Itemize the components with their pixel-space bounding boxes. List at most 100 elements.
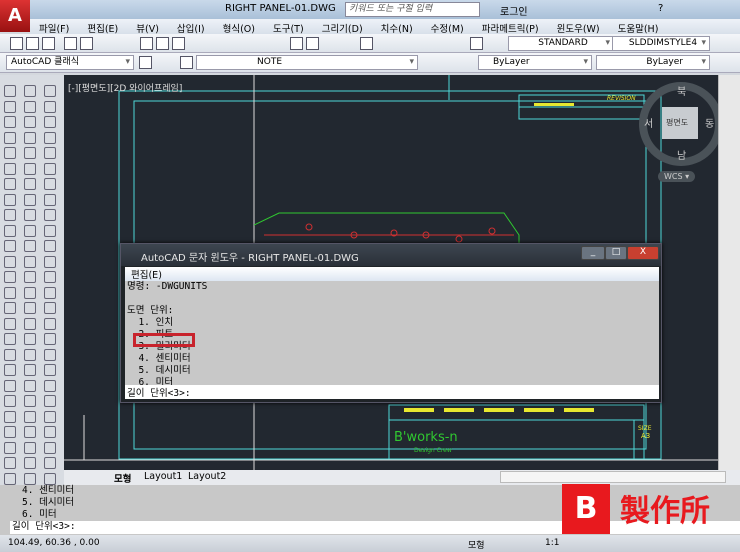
- tool-icon[interactable]: [24, 317, 36, 330]
- tool-icon[interactable]: [24, 224, 36, 237]
- tool-icon[interactable]: [44, 472, 56, 485]
- close-button[interactable]: X: [627, 246, 659, 260]
- tool-icon[interactable]: [24, 348, 36, 361]
- login-button[interactable]: 로그인: [500, 3, 528, 18]
- tool-icon[interactable]: [44, 286, 56, 299]
- menu-dimension[interactable]: 치수(N): [372, 19, 422, 35]
- text-window-menu-edit[interactable]: 편집(E): [125, 267, 659, 281]
- menu-tools[interactable]: 도구(T): [264, 19, 313, 35]
- tool-icon[interactable]: [4, 240, 16, 252]
- help-button[interactable]: ?: [658, 3, 663, 14]
- tool-icon[interactable]: [44, 240, 56, 252]
- tool-icon[interactable]: [44, 100, 56, 113]
- tool-icon[interactable]: [44, 271, 56, 283]
- tool-icon[interactable]: [44, 224, 56, 237]
- menu-file[interactable]: 파일(F): [30, 19, 78, 35]
- tool-icon[interactable]: [44, 302, 56, 314]
- workspace-select[interactable]: AutoCAD 클래식: [6, 55, 134, 70]
- annotation-scale[interactable]: 1:1: [545, 538, 559, 548]
- zoom-icon[interactable]: [306, 37, 319, 50]
- tool-icon[interactable]: [4, 116, 16, 128]
- search-input[interactable]: 키워드 또는 구절 입력: [345, 2, 480, 17]
- menu-edit[interactable]: 편집(E): [78, 19, 127, 35]
- compass-west[interactable]: 서: [644, 115, 653, 130]
- tool-icon[interactable]: [44, 209, 56, 221]
- tab-model[interactable]: 모형: [114, 471, 131, 485]
- ucs-menu[interactable]: WCS ▾: [658, 171, 696, 182]
- tab-layout2[interactable]: Layout2: [188, 471, 226, 482]
- tool-icon[interactable]: [24, 333, 36, 345]
- tool-icon[interactable]: [24, 457, 36, 469]
- menu-modify[interactable]: 수정(M): [422, 19, 473, 35]
- layer-manager-icon[interactable]: [180, 56, 193, 69]
- save-icon[interactable]: [42, 37, 55, 50]
- viewcube-center[interactable]: 평면도: [666, 117, 688, 128]
- maximize-button[interactable]: □: [605, 246, 627, 260]
- tool-icon[interactable]: [4, 410, 16, 423]
- tool-icon[interactable]: [24, 131, 36, 144]
- help-icon[interactable]: [470, 37, 483, 50]
- tool-icon[interactable]: [4, 426, 16, 438]
- menu-draw[interactable]: 그리기(D): [313, 19, 372, 35]
- tool-icon[interactable]: [4, 441, 16, 454]
- tool-icon[interactable]: [44, 116, 56, 128]
- tool-icon[interactable]: [4, 271, 16, 283]
- tool-icon[interactable]: [4, 472, 16, 485]
- tool-icon[interactable]: [24, 286, 36, 299]
- tool-icon[interactable]: [24, 147, 36, 159]
- menu-help[interactable]: 도움말(H): [609, 19, 668, 35]
- tool-icon[interactable]: [24, 240, 36, 252]
- cut-icon[interactable]: [140, 37, 153, 50]
- autocad-logo-button[interactable]: A: [0, 0, 30, 32]
- menu-format[interactable]: 형식(O): [214, 19, 264, 35]
- tool-icon[interactable]: [44, 317, 56, 330]
- tool-icon[interactable]: [44, 162, 56, 175]
- compass-north[interactable]: 북: [677, 83, 686, 98]
- open-icon[interactable]: [26, 37, 39, 50]
- tool-icon[interactable]: [44, 255, 56, 268]
- tool-icon[interactable]: [44, 348, 56, 361]
- text-style-select[interactable]: STANDARD: [508, 36, 614, 51]
- tool-icon[interactable]: [4, 178, 16, 190]
- dim-style-select[interactable]: SLDDIMSTYLE4: [612, 36, 710, 51]
- tool-icon[interactable]: [24, 162, 36, 175]
- vertical-scrollbar[interactable]: [718, 75, 740, 470]
- tool-icon[interactable]: [24, 100, 36, 113]
- tool-icon[interactable]: [44, 441, 56, 454]
- menu-window[interactable]: 윈도우(W): [548, 19, 609, 35]
- tool-icon[interactable]: [4, 131, 16, 144]
- viewport-label[interactable]: [-][평면도][2D 와이어프레임]: [68, 81, 182, 94]
- print-icon[interactable]: [64, 37, 77, 50]
- text-window-title[interactable]: AutoCAD 문자 윈도우 - RIGHT PANEL-01.DWG: [121, 244, 661, 266]
- tool-icon[interactable]: [4, 395, 16, 407]
- tool-icon[interactable]: [24, 178, 36, 190]
- tool-icon[interactable]: [24, 472, 36, 485]
- menu-parametric[interactable]: 파라메트릭(P): [473, 19, 548, 35]
- tool-icon[interactable]: [44, 395, 56, 407]
- tool-icon[interactable]: [24, 426, 36, 438]
- tool-icon[interactable]: [4, 379, 16, 392]
- tool-icon[interactable]: [4, 100, 16, 113]
- tool-icon[interactable]: [24, 85, 36, 97]
- new-icon[interactable]: [10, 37, 23, 50]
- tool-icon[interactable]: [24, 302, 36, 314]
- tool-icon[interactable]: [24, 116, 36, 128]
- tool-icon[interactable]: [24, 271, 36, 283]
- copy-icon[interactable]: [156, 37, 169, 50]
- tool-icon[interactable]: [24, 209, 36, 221]
- text-window-input[interactable]: 길이 단위<3>:: [125, 385, 659, 399]
- tool-icon[interactable]: [44, 379, 56, 392]
- linetype-select[interactable]: ByLayer: [596, 55, 710, 70]
- tool-icon[interactable]: [4, 193, 16, 206]
- pan-icon[interactable]: [290, 37, 303, 50]
- compass-south[interactable]: 남: [677, 147, 686, 162]
- layer-select[interactable]: NOTE: [196, 55, 418, 70]
- tool-icon[interactable]: [44, 457, 56, 469]
- tool-icon[interactable]: [44, 364, 56, 376]
- tool-icon[interactable]: [4, 255, 16, 268]
- tool-icon[interactable]: [44, 178, 56, 190]
- tool-icon[interactable]: [4, 457, 16, 469]
- tool-icon[interactable]: [4, 333, 16, 345]
- model-button[interactable]: 모형: [468, 538, 485, 551]
- tool-icon[interactable]: [24, 364, 36, 376]
